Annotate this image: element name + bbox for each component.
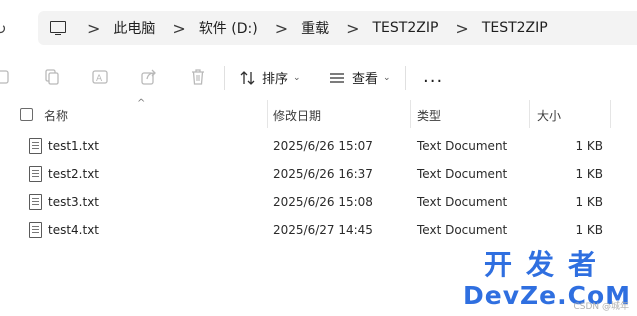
toolbar-divider xyxy=(405,66,406,90)
watermark-top-text: 开发者 xyxy=(484,248,611,281)
file-size: 1 KB xyxy=(575,139,603,153)
table-row[interactable]: test4.txt 2025/6/27 14:45 Text Document … xyxy=(0,216,637,244)
file-name[interactable]: test3.txt xyxy=(48,195,99,209)
column-divider[interactable] xyxy=(610,100,611,128)
text-file-icon xyxy=(29,222,42,238)
column-divider[interactable] xyxy=(529,100,530,128)
column-header-row: ^ 名称 修改日期 类型 大小 xyxy=(0,98,637,128)
file-date: 2025/6/26 16:37 xyxy=(273,167,373,181)
column-header-date[interactable]: 修改日期 xyxy=(273,107,321,124)
chevron-down-icon: ⌄ xyxy=(383,72,391,83)
sort-ascending-icon: ^ xyxy=(137,98,146,109)
sort-icon xyxy=(240,70,255,85)
copy-icon[interactable] xyxy=(44,68,60,86)
file-type: Text Document xyxy=(417,167,508,181)
file-date: 2025/6/26 15:07 xyxy=(273,139,373,153)
column-header-size[interactable]: 大小 xyxy=(537,107,561,124)
more-options-icon[interactable]: ... xyxy=(423,68,443,86)
file-type: Text Document xyxy=(417,223,508,237)
text-file-icon xyxy=(29,138,42,154)
select-all-checkbox[interactable] xyxy=(20,108,33,121)
chevron-down-icon: ⌄ xyxy=(293,72,301,83)
share-icon[interactable] xyxy=(141,68,157,86)
sort-label: 排序 xyxy=(262,72,289,87)
view-label: 查看 xyxy=(352,72,379,87)
view-icon xyxy=(330,72,344,83)
delete-icon[interactable] xyxy=(190,68,206,86)
cut-icon[interactable] xyxy=(0,68,10,86)
breadcrumb-item[interactable]: TEST2ZIP xyxy=(482,20,548,36)
sort-button[interactable]: 排序 ⌄ xyxy=(240,68,301,87)
breadcrumb-item[interactable]: 重载 xyxy=(301,18,329,38)
text-file-icon xyxy=(29,194,42,210)
svg-text:A: A xyxy=(96,74,103,84)
column-header-name[interactable]: 名称 xyxy=(44,107,68,124)
file-date: 2025/6/27 14:45 xyxy=(273,223,373,237)
breadcrumb-item[interactable]: TEST2ZIP xyxy=(373,20,439,36)
this-pc-icon[interactable] xyxy=(50,21,70,35)
chevron-right-icon[interactable]: > xyxy=(275,19,288,38)
refresh-icon[interactable]: ↻ xyxy=(0,20,7,38)
command-bar: A 排序 ⌄ 查看 ⌄ ... xyxy=(0,58,637,98)
table-row[interactable]: test3.txt 2025/6/26 15:08 Text Document … xyxy=(0,188,637,216)
breadcrumb-item[interactable]: 此电脑 xyxy=(113,18,155,38)
file-type: Text Document xyxy=(417,195,508,209)
view-button[interactable]: 查看 ⌄ xyxy=(329,68,391,87)
file-list: test1.txt 2025/6/26 15:07 Text Document … xyxy=(0,132,637,244)
file-name[interactable]: test4.txt xyxy=(48,223,99,237)
column-header-type[interactable]: 类型 xyxy=(417,107,441,124)
watermark-credit: CSDN @城年 xyxy=(573,302,629,312)
column-divider[interactable] xyxy=(267,100,268,128)
table-row[interactable]: test1.txt 2025/6/26 15:07 Text Document … xyxy=(0,132,637,160)
file-size: 1 KB xyxy=(575,167,603,181)
chevron-right-icon[interactable]: > xyxy=(172,19,185,38)
file-size: 1 KB xyxy=(575,195,603,209)
rename-icon[interactable]: A xyxy=(92,68,108,86)
file-name[interactable]: test1.txt xyxy=(48,139,99,153)
file-date: 2025/6/26 15:08 xyxy=(273,195,373,209)
chevron-right-icon[interactable]: > xyxy=(346,19,359,38)
toolbar-divider xyxy=(224,66,225,90)
file-size: 1 KB xyxy=(575,223,603,237)
file-name[interactable]: test2.txt xyxy=(48,167,99,181)
column-divider[interactable] xyxy=(410,100,411,128)
breadcrumb-item[interactable]: 软件 (D:) xyxy=(199,18,258,38)
file-type: Text Document xyxy=(417,139,508,153)
chevron-right-icon[interactable]: > xyxy=(455,19,468,38)
chevron-right-icon[interactable]: > xyxy=(87,19,100,38)
address-bar-region: ↻ > 此电脑 > 软件 (D:) > 重载 > TEST2ZIP > TEST… xyxy=(0,0,637,58)
table-row[interactable]: test2.txt 2025/6/26 16:37 Text Document … xyxy=(0,160,637,188)
breadcrumb[interactable]: > 此电脑 > 软件 (D:) > 重载 > TEST2ZIP > TEST2Z… xyxy=(38,11,637,45)
text-file-icon xyxy=(29,166,42,182)
